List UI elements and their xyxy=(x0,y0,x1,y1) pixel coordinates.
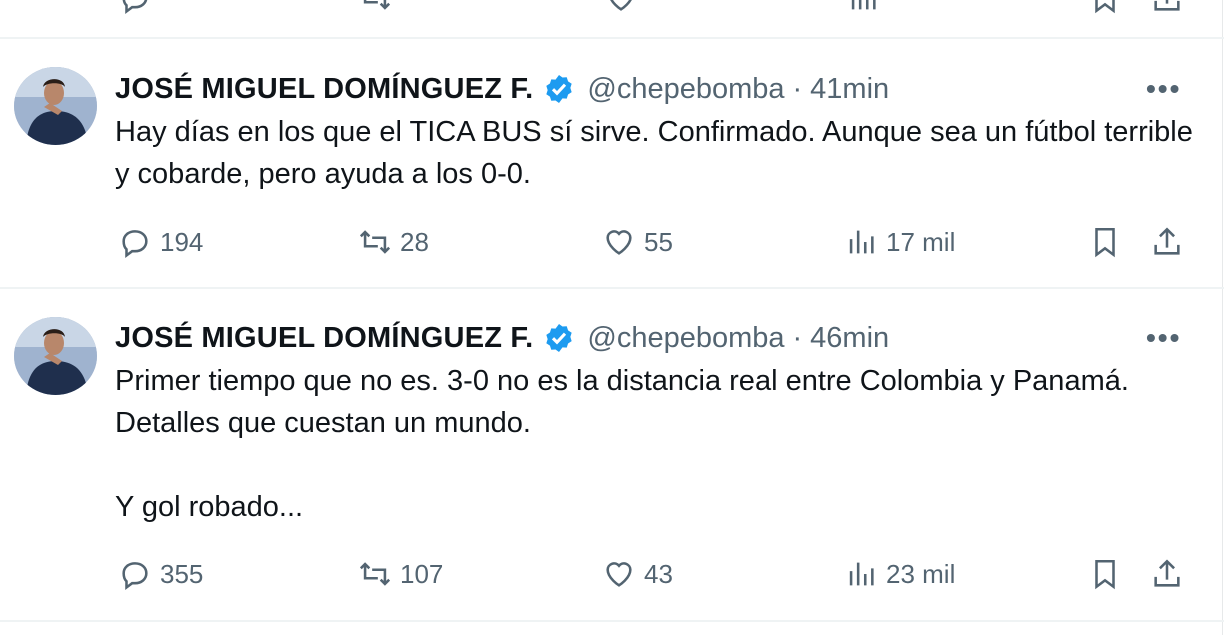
share-icon xyxy=(1154,0,1180,11)
heart-icon xyxy=(610,0,632,11)
more-options-button[interactable]: ••• xyxy=(1146,322,1186,353)
reply-button[interactable] xyxy=(118,0,160,18)
views-button[interactable]: 17 mil xyxy=(844,222,955,262)
retweet-icon xyxy=(363,0,391,10)
verified-badge-icon xyxy=(546,324,573,352)
divider xyxy=(0,620,1224,622)
reply-icon xyxy=(122,562,148,591)
reply-icon xyxy=(122,230,148,259)
timestamp[interactable]: 46min xyxy=(810,322,889,355)
reply-button[interactable]: 355 xyxy=(118,554,203,594)
user-handle[interactable]: @chepebomba xyxy=(587,73,784,106)
views-button[interactable] xyxy=(846,0,888,18)
heart-icon xyxy=(606,230,632,255)
bookmark-icon xyxy=(1095,227,1115,258)
avatar-image xyxy=(14,317,97,395)
like-count: 55 xyxy=(644,226,673,257)
tweet-header: JOSÉ MIGUEL DOMÍNGUEZ F. @chepebomba · 4… xyxy=(115,69,889,109)
reply-button[interactable]: 194 xyxy=(118,222,203,262)
tweet-actions: 355 107 43 23 mil xyxy=(0,554,1224,594)
separator-dot: · xyxy=(792,321,803,354)
views-icon xyxy=(851,0,876,10)
tweet-actions: 194 28 55 17 mil xyxy=(0,222,1224,262)
views-icon xyxy=(849,562,874,586)
verified-badge-icon xyxy=(546,75,573,103)
view-count: 23 mil xyxy=(886,558,956,589)
tweet-header: JOSÉ MIGUEL DOMÍNGUEZ F. @chepebomba · 4… xyxy=(115,318,889,358)
tweet[interactable]: JOSÉ MIGUEL DOMÍNGUEZ F. @chepebomba · 4… xyxy=(0,289,1224,619)
retweet-count: 28 xyxy=(400,226,429,257)
like-button[interactable] xyxy=(604,0,646,18)
like-count: 43 xyxy=(644,558,673,589)
display-name[interactable]: JOSÉ MIGUEL DOMÍNGUEZ F. xyxy=(115,73,533,106)
avatar[interactable] xyxy=(14,67,97,145)
tweet-text: Primer tiempo que no es. 3-0 no es la di… xyxy=(115,365,1129,523)
share-icon xyxy=(1154,559,1180,587)
bookmark-button[interactable] xyxy=(1088,222,1130,262)
retweet-button[interactable]: 28 xyxy=(358,222,429,262)
bookmark-icon xyxy=(1095,559,1115,590)
display-name[interactable]: JOSÉ MIGUEL DOMÍNGUEZ F. xyxy=(115,322,533,355)
bookmark-button[interactable] xyxy=(1088,554,1130,594)
retweet-icon xyxy=(359,230,391,254)
avatar-image xyxy=(14,67,97,145)
retweet-icon xyxy=(359,562,391,586)
views-button[interactable]: 23 mil xyxy=(844,554,955,594)
bookmark-button[interactable] xyxy=(1088,0,1130,18)
retweet-count: 107 xyxy=(400,558,444,589)
share-button[interactable] xyxy=(1150,0,1192,18)
timeline-feed: JOSÉ MIGUEL DOMÍNGUEZ F. @chepebomba · 4… xyxy=(0,0,1224,635)
heart-icon xyxy=(606,562,632,587)
share-icon xyxy=(1154,227,1180,255)
tweet[interactable]: JOSÉ MIGUEL DOMÍNGUEZ F. @chepebomba · 4… xyxy=(0,39,1224,287)
views-icon xyxy=(849,230,874,254)
separator-dot: · xyxy=(792,72,803,105)
tweet-text: Hay días en los que el TICA BUS sí sirve… xyxy=(115,116,1201,190)
avatar[interactable] xyxy=(14,317,97,395)
user-handle[interactable]: @chepebomba xyxy=(587,322,784,355)
like-button[interactable]: 55 xyxy=(602,222,673,262)
reply-count: 355 xyxy=(160,558,204,589)
share-button[interactable] xyxy=(1150,554,1192,594)
retweet-button[interactable]: 107 xyxy=(358,554,443,594)
more-options-button[interactable]: ••• xyxy=(1146,73,1186,104)
previous-tweet-actions xyxy=(0,0,1224,18)
reply-icon xyxy=(122,0,148,15)
retweet-button[interactable] xyxy=(358,0,400,18)
share-button[interactable] xyxy=(1150,222,1192,262)
timestamp[interactable]: 41min xyxy=(810,73,889,106)
view-count: 17 mil xyxy=(886,226,956,257)
bookmark-icon xyxy=(1095,0,1115,14)
like-button[interactable]: 43 xyxy=(602,554,673,594)
reply-count: 194 xyxy=(160,226,204,257)
